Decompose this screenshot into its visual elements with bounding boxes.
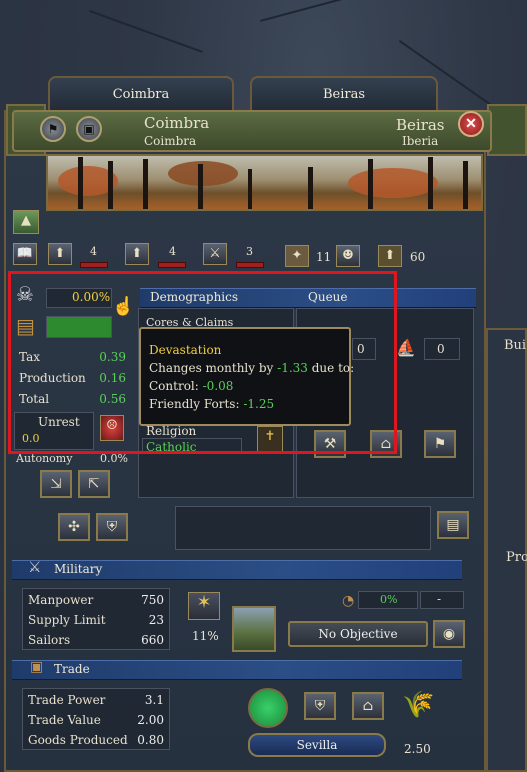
area-subtitle: Iberia [402, 134, 439, 148]
trade-building-icon[interactable]: ⌂ [352, 692, 384, 720]
goods-produced-value: 0.80 [137, 733, 164, 747]
manpower-dev-value: 3 [246, 245, 253, 258]
crossed-swords-icon: ⚔ [28, 558, 42, 576]
devastation-tooltip: Devastation Changes monthly by -1.33 due… [139, 327, 354, 426]
tax-dev-minus-button[interactable] [80, 262, 108, 268]
trade-title: Trade [54, 662, 90, 676]
tooltip-line1-prefix: Changes monthly by [149, 361, 278, 375]
trade-node-label: Sevilla [296, 738, 338, 752]
manpower-label: Manpower [28, 593, 94, 607]
trade-crate-icon: ▣ [30, 659, 44, 675]
diplomacy-button[interactable]: ✣ [58, 513, 90, 541]
no-objective-button[interactable]: No Objective [288, 621, 428, 647]
supply-limit-label: Supply Limit [28, 613, 106, 627]
queue-count-2: 0 [437, 342, 445, 356]
manpower-value: 750 [141, 593, 164, 607]
fort-percent: 11% [192, 629, 219, 643]
production-dev-minus-button[interactable] [158, 262, 186, 268]
manpower-dev-minus-button[interactable] [236, 262, 264, 268]
recruit-button[interactable]: ⚑ [424, 430, 456, 458]
production-dev-icon[interactable]: ⬆ [125, 243, 149, 265]
development-total: 60 [410, 250, 426, 264]
trade-value-label: Trade Value [28, 713, 101, 727]
tab-province[interactable]: Coimbra [48, 76, 234, 112]
tooltip-line1-suffix: due to: [307, 361, 355, 375]
eye-icon[interactable]: ◉ [433, 620, 465, 648]
trade-node-button[interactable]: Sevilla [248, 733, 386, 757]
ship-icon[interactable]: ⛵ [396, 338, 416, 357]
military-title: Military [54, 562, 103, 576]
progress-value: 0% [380, 593, 398, 606]
flag-icon[interactable]: ⚑ [40, 116, 66, 142]
modifier-area [175, 506, 431, 550]
tab-province-label: Coimbra [112, 87, 170, 102]
book-icon[interactable]: 📖 [13, 243, 37, 265]
dash-field [420, 591, 464, 609]
ledger-button[interactable]: ▤ [437, 511, 469, 539]
trade-goods-icon-large: 🌾 [402, 690, 435, 720]
supply-limit-value: 23 [148, 613, 164, 627]
province-subtitle: Coimbra [144, 134, 197, 148]
province-name: Coimbra [144, 114, 210, 132]
tooltip-line3: Friendly Forts: -1.25 [149, 397, 274, 411]
fort-icon[interactable]: ✶ [188, 592, 220, 620]
province-picture [46, 154, 483, 211]
trade-node-circle[interactable] [248, 688, 288, 728]
banner-right-cap [487, 104, 527, 156]
dash-value: - [437, 592, 442, 606]
trade-goods-value: 11 [316, 250, 332, 264]
production-dev-value: 4 [169, 245, 176, 258]
tax-dev-icon[interactable]: ⬆ [48, 243, 72, 265]
tooltip-line1-value: -1.33 [277, 361, 308, 375]
goods-produced-label: Goods Produced [28, 733, 128, 747]
sailors-value: 660 [141, 633, 164, 647]
sailors-label: Sailors [28, 633, 71, 647]
goods-price: 2.50 [404, 742, 431, 756]
buildings-label: Bui [504, 338, 527, 353]
siege-icon: ◔ [342, 593, 355, 609]
cube-icon[interactable]: ▣ [76, 116, 102, 142]
manpower-dev-icon[interactable]: ⚔ [203, 243, 227, 265]
decrease-autonomy-button[interactable]: ⇲ [40, 470, 72, 498]
production-panel-label: Pro [506, 550, 527, 565]
close-icon[interactable]: ✕ [458, 111, 484, 137]
tooltip-line1: Changes monthly by -1.33 due to: [149, 361, 354, 375]
person-icon[interactable]: ☻ [336, 245, 360, 267]
trade-value-value: 2.00 [137, 713, 164, 727]
terrain-icon[interactable]: ▲ [13, 210, 39, 234]
increase-autonomy-button[interactable]: ⇱ [78, 470, 110, 498]
tab-area-label: Beiras [322, 87, 366, 102]
tax-dev-value: 4 [90, 245, 97, 258]
shield-button[interactable]: ⛨ [96, 513, 128, 541]
trade-power-value: 3.1 [144, 693, 164, 707]
objective-label: No Objective [318, 627, 398, 641]
tooltip-line2-value: -0.08 [202, 379, 234, 393]
development-icon: ⬆ [378, 245, 402, 267]
tooltip-line3-value: -1.25 [243, 397, 275, 411]
area-name: Beiras [396, 116, 445, 134]
trade-power-label: Trade Power [28, 693, 106, 707]
merchant-icon[interactable]: ⛨ [304, 692, 336, 720]
tooltip-line3-label: Friendly Forts: [149, 397, 244, 411]
tooltip-title: Devastation [149, 343, 222, 357]
tooltip-line2-label: Control: [149, 379, 203, 393]
tab-area[interactable]: Beiras [250, 76, 438, 112]
tooltip-line2: Control: -0.08 [149, 379, 233, 393]
trade-goods-icon[interactable]: ✦ [285, 245, 309, 267]
fort-image[interactable] [232, 606, 276, 652]
